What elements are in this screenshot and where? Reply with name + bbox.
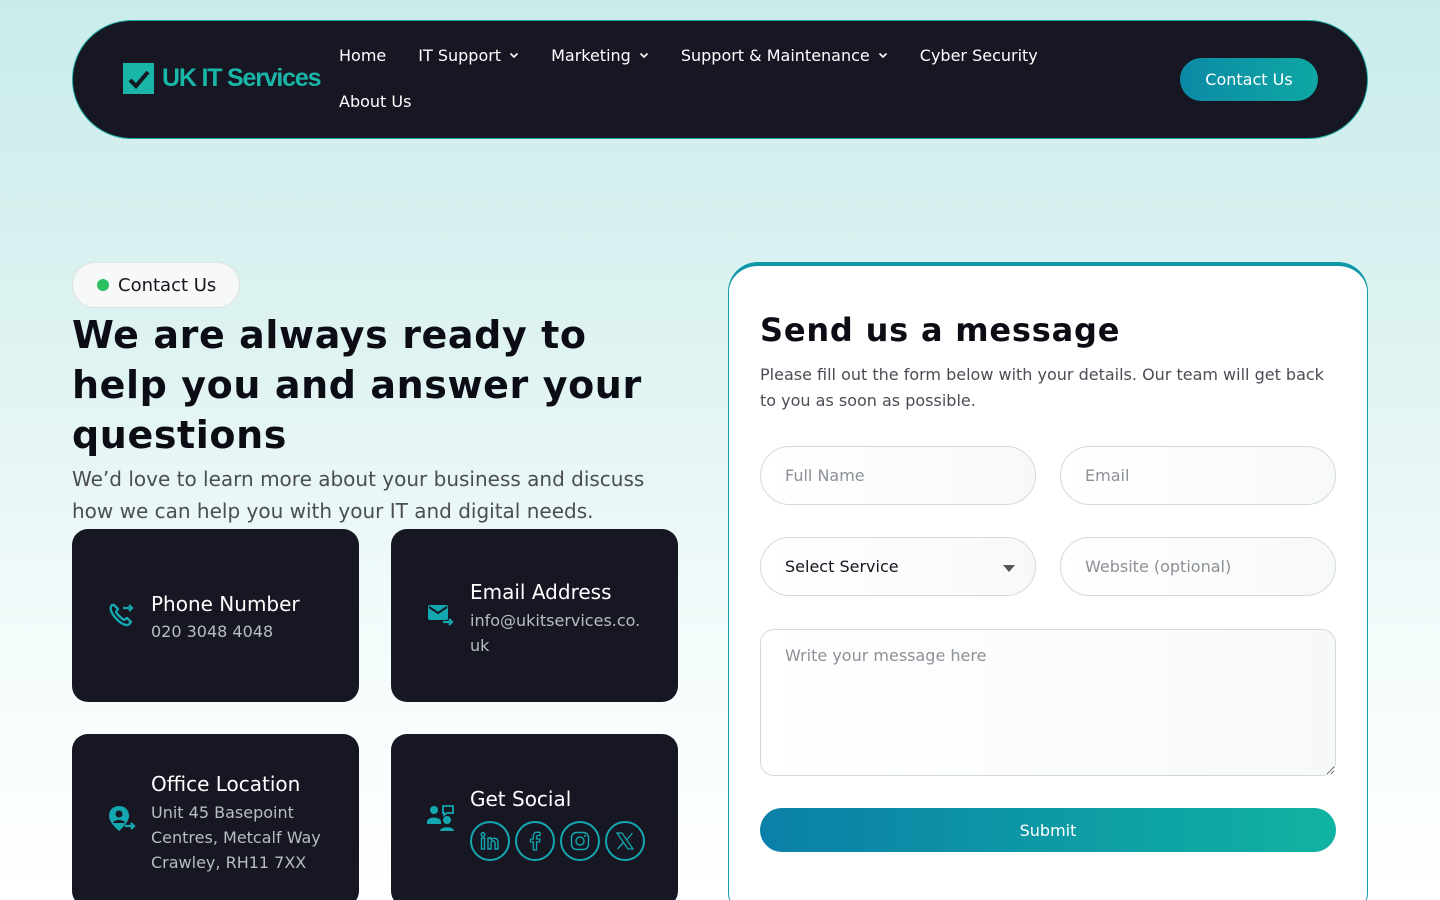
nav-it-support[interactable]: IT Support bbox=[418, 44, 519, 66]
logo[interactable]: UK IT Services bbox=[123, 63, 321, 94]
phone-icon bbox=[109, 603, 134, 627]
form-description: Please fill out the form below with your… bbox=[760, 365, 1324, 410]
status-dot bbox=[97, 279, 109, 291]
message-textarea[interactable] bbox=[760, 629, 1336, 776]
service-select[interactable]: Select Service bbox=[760, 537, 1036, 596]
nav-cyber-security[interactable]: Cyber Security bbox=[920, 44, 1038, 66]
mail-icon bbox=[428, 605, 454, 626]
office-address: Unit 45 Basepoint Centres, Metcalf Way C… bbox=[151, 803, 321, 872]
linkedin-icon[interactable] bbox=[470, 821, 510, 861]
social-card: Get Social bbox=[391, 734, 678, 900]
office-card: Office Location Unit 45 Basepoint Centre… bbox=[72, 734, 359, 900]
nav-marketing-label: Marketing bbox=[551, 45, 631, 65]
facebook-icon[interactable] bbox=[515, 821, 555, 861]
nav-home[interactable]: Home bbox=[339, 44, 386, 66]
contact-badge: Contact Us bbox=[72, 262, 240, 308]
contact-form-card: Send us a message Please fill out the fo… bbox=[728, 262, 1368, 900]
site-header: UK IT Services Home IT Support Marketing… bbox=[72, 20, 1368, 139]
chevron-down-icon bbox=[878, 52, 887, 59]
email-card: Email Address info@ukitservices.co.uk bbox=[391, 529, 678, 702]
chevron-down-icon bbox=[639, 52, 648, 59]
caret-down-icon bbox=[1003, 565, 1015, 572]
office-card-title: Office Location bbox=[151, 772, 301, 796]
nav-about-us-label: About Us bbox=[339, 91, 412, 111]
phone-card: Phone Number 020 3048 4048 bbox=[72, 529, 359, 702]
chevron-down-icon bbox=[510, 52, 519, 59]
submit-button[interactable]: Submit bbox=[760, 808, 1336, 852]
email-address[interactable]: info@ukitservices.co.uk bbox=[470, 608, 650, 658]
website-input[interactable] bbox=[1060, 537, 1336, 596]
email-input[interactable] bbox=[1060, 446, 1336, 505]
social-card-title: Get Social bbox=[470, 787, 572, 811]
people-icon bbox=[427, 805, 454, 831]
social-links bbox=[470, 821, 645, 861]
x-twitter-icon[interactable] bbox=[605, 821, 645, 861]
full-name-input[interactable] bbox=[760, 446, 1036, 505]
form-title: Send us a message bbox=[760, 311, 1121, 349]
page-subtitle: We’d love to learn more about your busin… bbox=[72, 467, 645, 523]
nav-support-maintenance-label: Support & Maintenance bbox=[680, 45, 870, 65]
nav-about-us[interactable]: About Us bbox=[339, 90, 411, 112]
location-user-icon bbox=[109, 806, 136, 831]
phone-card-title: Phone Number bbox=[151, 592, 300, 616]
main-nav-row-2: About Us bbox=[339, 90, 411, 112]
logo-check-icon bbox=[123, 63, 154, 94]
contact-badge-label: Contact Us bbox=[118, 274, 217, 296]
logo-text: UK IT Services bbox=[162, 64, 321, 92]
page-title: We are always ready to help you and answ… bbox=[72, 313, 642, 457]
phone-number[interactable]: 020 3048 4048 bbox=[151, 619, 346, 644]
service-select-value: Select Service bbox=[785, 557, 899, 576]
nav-home-label: Home bbox=[339, 45, 387, 65]
main-nav: Home IT Support Marketing Support & Main… bbox=[339, 44, 1038, 66]
nav-it-support-label: IT Support bbox=[418, 45, 502, 65]
nav-cyber-security-label: Cyber Security bbox=[919, 45, 1038, 65]
email-card-title: Email Address bbox=[470, 580, 612, 604]
nav-support-maintenance[interactable]: Support & Maintenance bbox=[681, 44, 888, 66]
nav-marketing[interactable]: Marketing bbox=[551, 44, 649, 66]
instagram-icon[interactable] bbox=[560, 821, 600, 861]
header-contact-button[interactable]: Contact Us bbox=[1180, 58, 1318, 101]
